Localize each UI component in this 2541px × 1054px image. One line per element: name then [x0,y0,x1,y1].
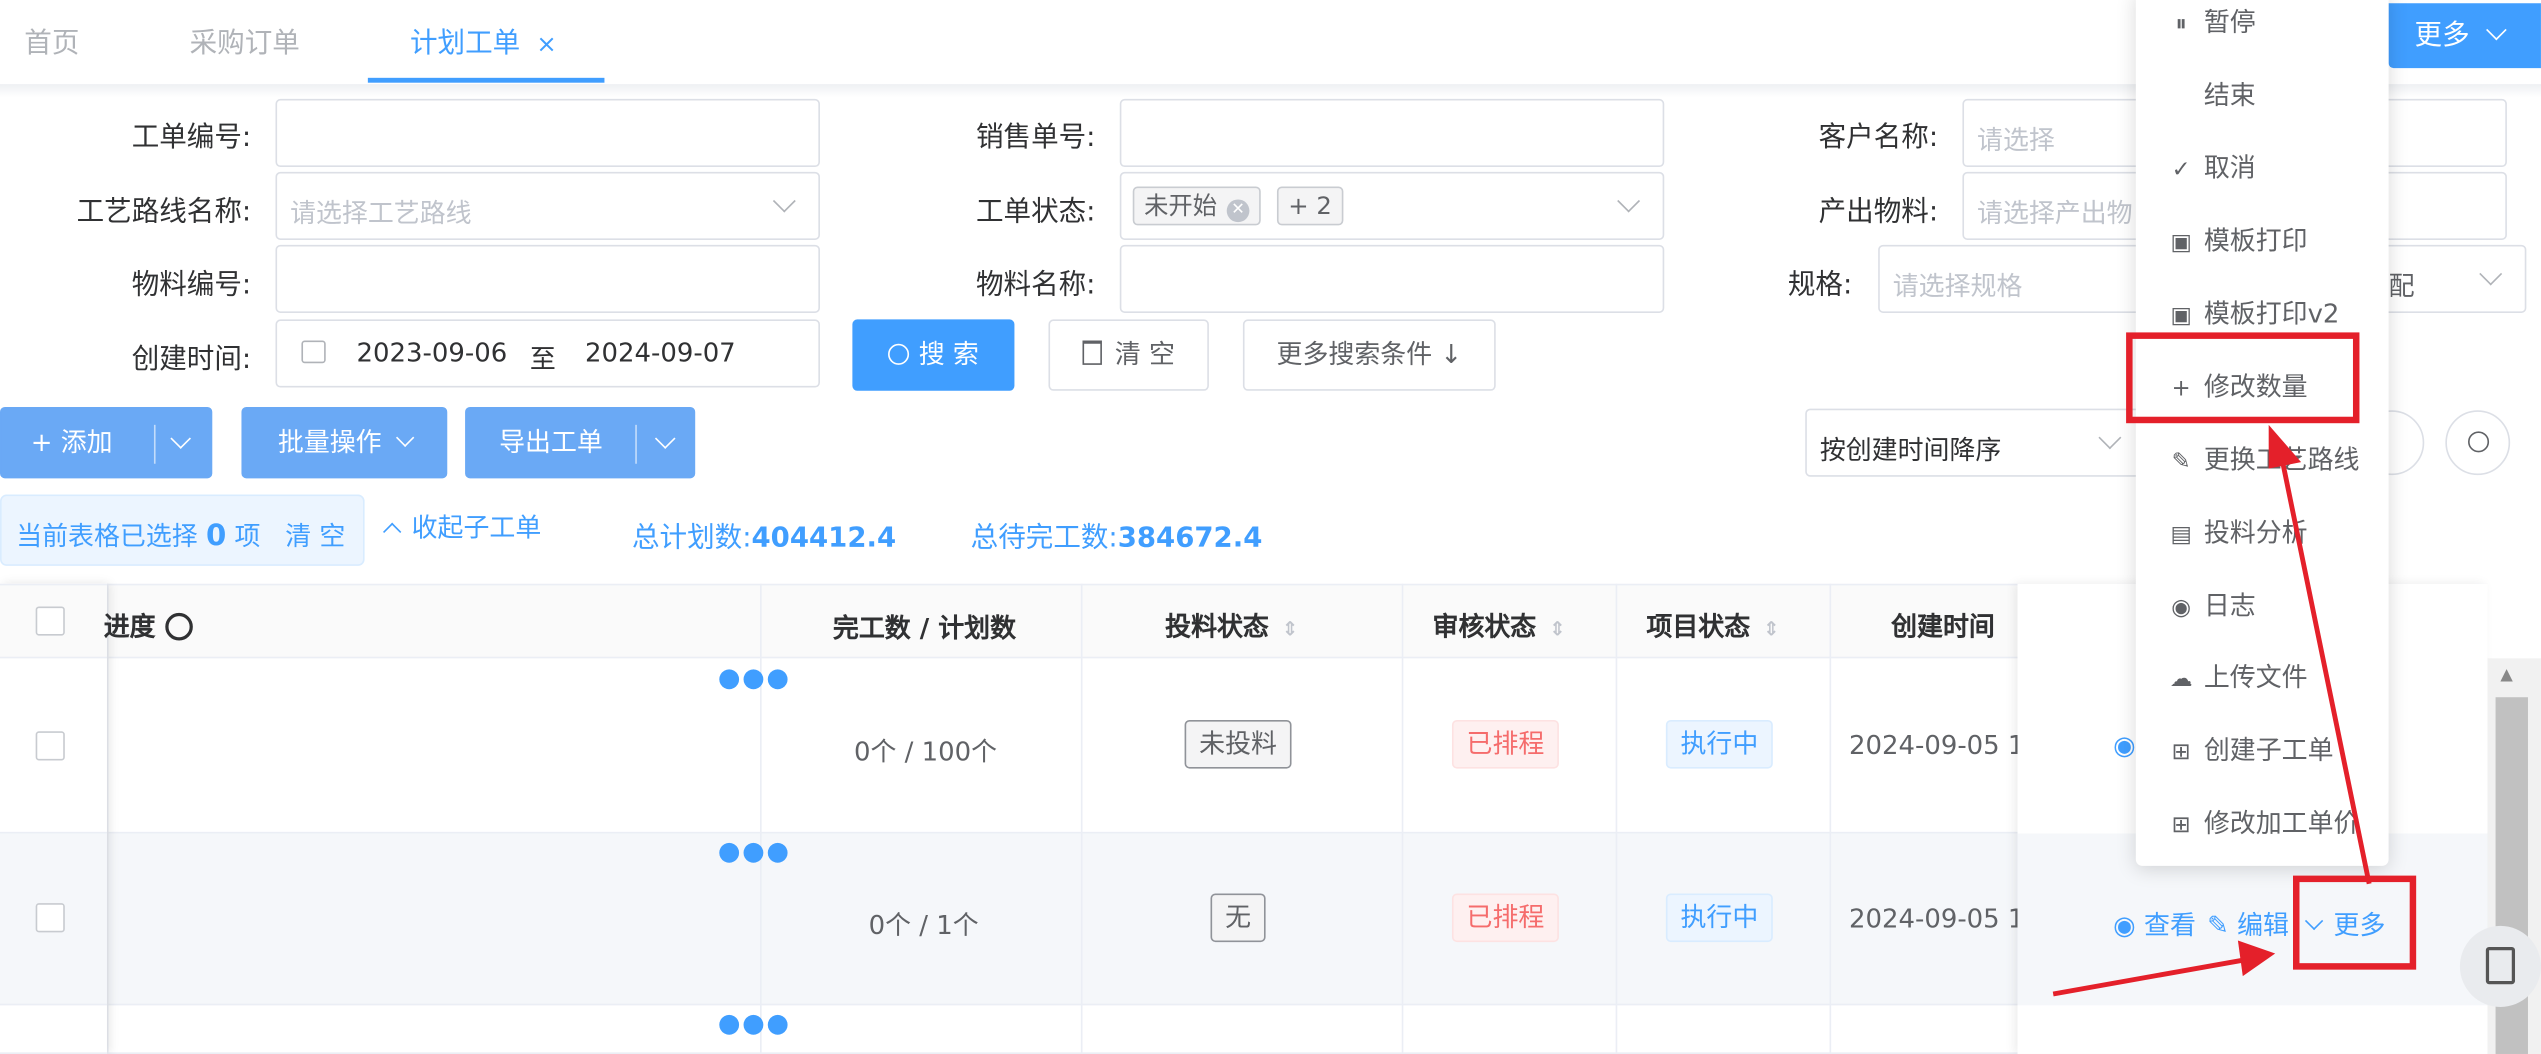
annotation-arrows [2052,424,2372,997]
arrow-line [2279,456,2372,885]
arrow-head [2268,424,2302,469]
arrow-head [2237,940,2276,977]
arrow-line [2052,957,2245,997]
